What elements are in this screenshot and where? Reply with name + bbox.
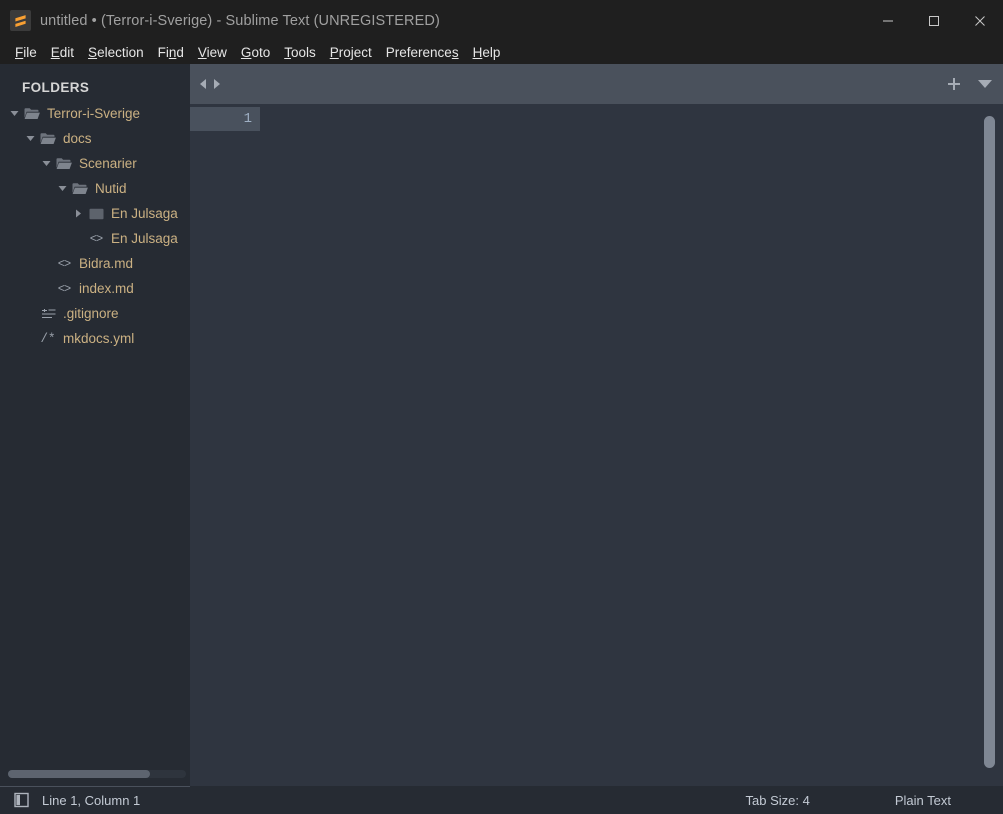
tree-file-row[interactable]: .gitignore (0, 301, 190, 326)
chevron-down-icon[interactable] (40, 159, 53, 168)
status-bar-right: Tab Size: 4 Plain Text (746, 786, 1003, 814)
tree-folder-row[interactable]: Scenarier (0, 151, 190, 176)
code-file-icon: <> (57, 281, 71, 296)
sidebar-scrollbar-thumb[interactable] (8, 770, 150, 778)
chevron-down-icon[interactable] (8, 109, 21, 118)
folder-open-icon (53, 157, 75, 170)
tree-item-label: docs (63, 131, 92, 146)
sidebar-folders-panel: FOLDERS Terror-i-Sverige docs Scenarier Nut… (0, 64, 190, 786)
folder-closed-icon (85, 208, 107, 220)
tree-file-row[interactable]: <> Bidra.md (0, 251, 190, 276)
tree-item-label: Scenarier (79, 156, 137, 171)
tab-bar (190, 64, 1003, 104)
tab-size-label[interactable]: Tab Size: 4 (746, 793, 810, 808)
folders-header: FOLDERS (22, 80, 90, 95)
tree-item-label: Nutid (95, 181, 127, 196)
tree-item-label: mkdocs.yml (63, 331, 135, 346)
tree-file-row[interactable]: <> En Julsaga (0, 226, 190, 251)
sidebar-toggle-icon[interactable] (14, 792, 30, 808)
menu-item-preferences[interactable]: Preferences (379, 41, 466, 64)
tree-item-label: Terror-i-Sverige (47, 106, 141, 121)
editor-area[interactable]: 1 (190, 104, 1003, 786)
line-number-1: 1 (243, 111, 252, 127)
tree-item-label: Bidra.md (79, 256, 134, 271)
menu-item-find[interactable]: Find (151, 41, 191, 64)
menu-item-selection[interactable]: Selection (81, 41, 151, 64)
tree-file-row[interactable]: /* mkdocs.yml (0, 326, 190, 351)
folder-open-icon (37, 132, 59, 145)
cursor-position-label[interactable]: Line 1, Column 1 (42, 793, 140, 808)
folder-open-icon (69, 182, 91, 195)
text-lines-icon (37, 308, 59, 320)
window-controls (865, 0, 1003, 41)
arrow-left-icon[interactable] (198, 78, 208, 90)
comment-file-icon: /* (40, 331, 56, 346)
title-bar-left: untitled • (Terror-i-Sverige) - Sublime … (0, 10, 440, 31)
menu-bar: File Edit Selection Find View Goto Tools… (0, 41, 1003, 64)
tree-folder-row[interactable]: Nutid (0, 176, 190, 201)
sublime-text-logo-icon (10, 10, 31, 31)
code-file-icon: <> (89, 231, 103, 246)
status-bar-divider (0, 786, 190, 787)
tree-folder-row[interactable]: Terror-i-Sverige (0, 101, 190, 126)
status-bar: Line 1, Column 1 Tab Size: 4 Plain Text (0, 786, 1003, 814)
tree-item-label: .gitignore (63, 306, 119, 321)
menu-item-view[interactable]: View (191, 41, 234, 64)
tree-item-label: En Julsaga (111, 206, 178, 221)
chevron-right-icon[interactable] (72, 209, 85, 218)
chevron-down-icon[interactable] (56, 184, 69, 193)
menu-item-tools[interactable]: Tools (277, 41, 323, 64)
code-file-icon: <> (57, 256, 71, 271)
tree-folder-row[interactable]: docs (0, 126, 190, 151)
tree-item-label: En Julsaga (111, 231, 178, 246)
menu-item-file[interactable]: File (8, 41, 44, 64)
folder-open-icon (21, 107, 43, 120)
sidebar-horizontal-scrollbar[interactable] (8, 770, 186, 778)
close-icon[interactable] (957, 0, 1003, 41)
menu-item-help[interactable]: Help (466, 41, 508, 64)
tab-nav-arrows (198, 64, 222, 104)
maximize-icon[interactable] (911, 0, 957, 41)
vertical-scrollbar[interactable] (984, 116, 995, 768)
arrow-right-icon[interactable] (212, 78, 222, 90)
window-title: untitled • (Terror-i-Sverige) - Sublime … (40, 12, 440, 29)
tree-file-row[interactable]: <> index.md (0, 276, 190, 301)
tab-bar-actions (947, 64, 993, 104)
menu-item-project[interactable]: Project (323, 41, 379, 64)
minimize-icon[interactable] (865, 0, 911, 41)
tree-folder-row[interactable]: En Julsaga (0, 201, 190, 226)
syntax-label[interactable]: Plain Text (895, 793, 951, 808)
sublime-text-window: untitled • (Terror-i-Sverige) - Sublime … (0, 0, 1003, 814)
chevron-down-icon[interactable] (24, 134, 37, 143)
tree-item-label: index.md (79, 281, 134, 296)
title-bar: untitled • (Terror-i-Sverige) - Sublime … (0, 0, 1003, 41)
chevron-down-icon[interactable] (977, 79, 993, 89)
plus-icon[interactable] (947, 77, 961, 91)
folder-tree: Terror-i-Sverige docs Scenarier Nutid En Jul… (0, 101, 190, 351)
menu-item-edit[interactable]: Edit (44, 41, 81, 64)
menu-item-goto[interactable]: Goto (234, 41, 277, 64)
